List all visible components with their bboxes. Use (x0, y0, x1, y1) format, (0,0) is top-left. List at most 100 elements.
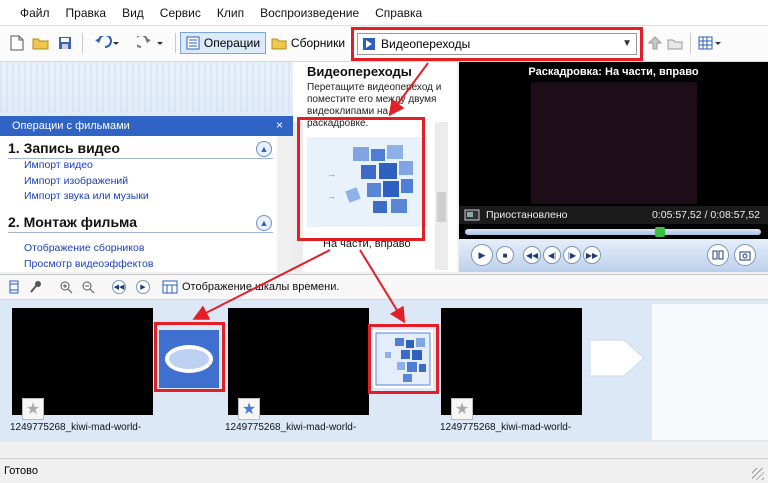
rewind-storyboard-icon[interactable]: ◀◀ (112, 280, 126, 294)
collections-button[interactable]: Сборники (268, 32, 348, 54)
redo-button[interactable] (134, 32, 168, 54)
new-project-button[interactable] (6, 32, 28, 54)
view-grid-icon (698, 36, 721, 50)
movie-tasks-header: Операции с фильмами × (0, 116, 293, 136)
shatter-right-transition-thumbnail[interactable]: → → (307, 137, 427, 227)
stop-button[interactable]: ■ (496, 246, 514, 264)
play-button[interactable]: ▶ (471, 244, 493, 266)
collection-pane: Видеопереходы Перетащите видеопереход и … (293, 62, 457, 272)
tasks-scrollbar[interactable] (277, 136, 293, 272)
storyboard: ★ 1249775268_kiwi-mad-world- ★ 124977526… (0, 300, 768, 442)
fast-forward-button[interactable]: ▶▶ (583, 246, 601, 264)
close-icon[interactable]: × (276, 118, 283, 132)
preview-status-bar: Приостановлено 0:05:57,52 / 0:08:57,52 (459, 206, 768, 224)
menu-file[interactable]: Файл (12, 6, 58, 20)
view-options-button[interactable] (696, 32, 724, 54)
new-folder-button[interactable] (666, 32, 684, 54)
effect-star-icon[interactable]: ★ (22, 398, 44, 420)
next-slot-arrow-icon (589, 339, 645, 377)
section-capture-title[interactable]: 1. Запись видео (8, 140, 120, 156)
playback-status: Приостановлено (486, 209, 568, 221)
split-clip-button[interactable] (707, 244, 729, 266)
menu-help[interactable]: Справка (367, 6, 430, 20)
transition-thumbnail-eye (159, 330, 219, 388)
zoom-out-icon[interactable] (80, 279, 96, 295)
seek-handle[interactable] (655, 227, 666, 237)
clip-3-label: 1249775268_kiwi-mad-world- (440, 422, 572, 433)
seek-bar[interactable] (465, 229, 761, 235)
collection-dropdown[interactable]: Видеопереходы ▼ (357, 33, 637, 55)
new-folder-icon (667, 39, 683, 50)
collections-label: Сборники (290, 36, 346, 50)
svg-text:→: → (327, 169, 336, 179)
operations-icon (186, 36, 200, 50)
collection-title: Видеопереходы (307, 64, 412, 79)
chevron-down-icon: ▼ (622, 38, 632, 49)
microphone-icon[interactable] (28, 279, 44, 295)
menu-edit[interactable]: Правка (58, 6, 115, 20)
rewind-button[interactable]: ◀◀ (523, 246, 541, 264)
link-show-collections[interactable]: Отображение сборников (24, 242, 144, 254)
open-project-button[interactable] (30, 32, 52, 54)
menu-tools[interactable]: Сервис (152, 6, 209, 20)
monitor-icon (464, 209, 480, 221)
transition-slot-1[interactable] (159, 330, 219, 388)
undo-button[interactable] (90, 32, 124, 54)
previous-frame-button[interactable]: ◀| (543, 246, 561, 264)
resize-grip[interactable] (752, 468, 764, 480)
status-text: Готово (4, 465, 38, 477)
next-frame-button[interactable]: |▶ (563, 246, 581, 264)
folder-open-icon (32, 38, 49, 50)
effect-star-icon[interactable]: ★ (238, 398, 260, 420)
save-project-button[interactable] (54, 32, 76, 54)
menu-bar: Файл Правка Вид Сервис Клип Воспроизведе… (0, 0, 768, 26)
section-edit-title[interactable]: 2. Монтаж фильма (8, 214, 137, 230)
zoom-in-icon[interactable] (58, 279, 74, 295)
collapse-capture-icon[interactable]: ▲ (256, 141, 272, 157)
clip-1-label: 1249775268_kiwi-mad-world- (10, 422, 142, 433)
link-import-images[interactable]: Импорт изображений (24, 175, 128, 187)
film-strip-icon[interactable] (6, 279, 22, 295)
menu-clip[interactable]: Клип (209, 6, 252, 20)
menu-view[interactable]: Вид (114, 6, 152, 20)
video-clip-2[interactable]: ★ (228, 308, 369, 420)
collection-dropdown-value: Видеопереходы (381, 37, 471, 51)
clip-2-label: 1249775268_kiwi-mad-world- (225, 422, 357, 433)
video-clip-3[interactable]: ★ (441, 308, 582, 420)
storyboard-toolbar: ◀◀ ▶ Отображение шкалы времени. (0, 274, 768, 300)
video-transition-icon (363, 38, 375, 50)
playback-controls: ▶ ■ ◀◀ ◀| |▶ ▶▶ (459, 239, 768, 272)
transition-slot-2[interactable] (373, 330, 433, 388)
transition-label: На части, вправо (323, 238, 411, 250)
show-timeline-label[interactable]: Отображение шкалы времени. (182, 281, 339, 293)
collection-description: Перетащите видеопереход и поместите его … (307, 82, 442, 129)
preview-title: Раскадровка: На части, вправо (528, 66, 699, 78)
empty-clip-slot[interactable] (652, 304, 768, 440)
take-picture-button[interactable] (734, 244, 756, 266)
up-arrow-icon (648, 36, 662, 50)
effect-star-icon[interactable]: ★ (451, 398, 473, 420)
movie-tasks-body: 1. Запись видео ▲ Импорт видео Импорт из… (0, 136, 293, 272)
preview-screen (531, 82, 697, 204)
video-clip-1[interactable]: ★ (12, 308, 153, 420)
status-bar: Готово (0, 458, 768, 483)
camera-icon (739, 251, 751, 261)
operations-button[interactable]: Операции (180, 32, 266, 54)
link-import-audio[interactable]: Импорт звука или музыки (24, 190, 149, 202)
save-icon (59, 37, 71, 49)
operations-label: Операции (203, 36, 261, 50)
collection-scrollbar[interactable] (435, 122, 448, 270)
menu-playback[interactable]: Воспроизведение (252, 6, 367, 20)
play-storyboard-icon[interactable]: ▶ (136, 280, 150, 294)
svg-text:→: → (327, 191, 336, 201)
redo-icon (137, 36, 163, 48)
split-icon (712, 250, 724, 260)
link-import-video[interactable]: Импорт видео (24, 159, 93, 171)
up-level-button[interactable] (646, 32, 664, 54)
playback-time: 0:05:57,52 / 0:08:57,52 (651, 209, 760, 221)
link-view-effects[interactable]: Просмотр видеоэффектов (24, 258, 153, 270)
transition-thumbnail-shatter (373, 330, 433, 388)
timeline-toggle-icon[interactable] (162, 279, 178, 295)
collapse-edit-icon[interactable]: ▲ (256, 215, 272, 231)
movie-tasks-pane: Операции с фильмами × 1. Запись видео ▲ … (0, 62, 293, 272)
